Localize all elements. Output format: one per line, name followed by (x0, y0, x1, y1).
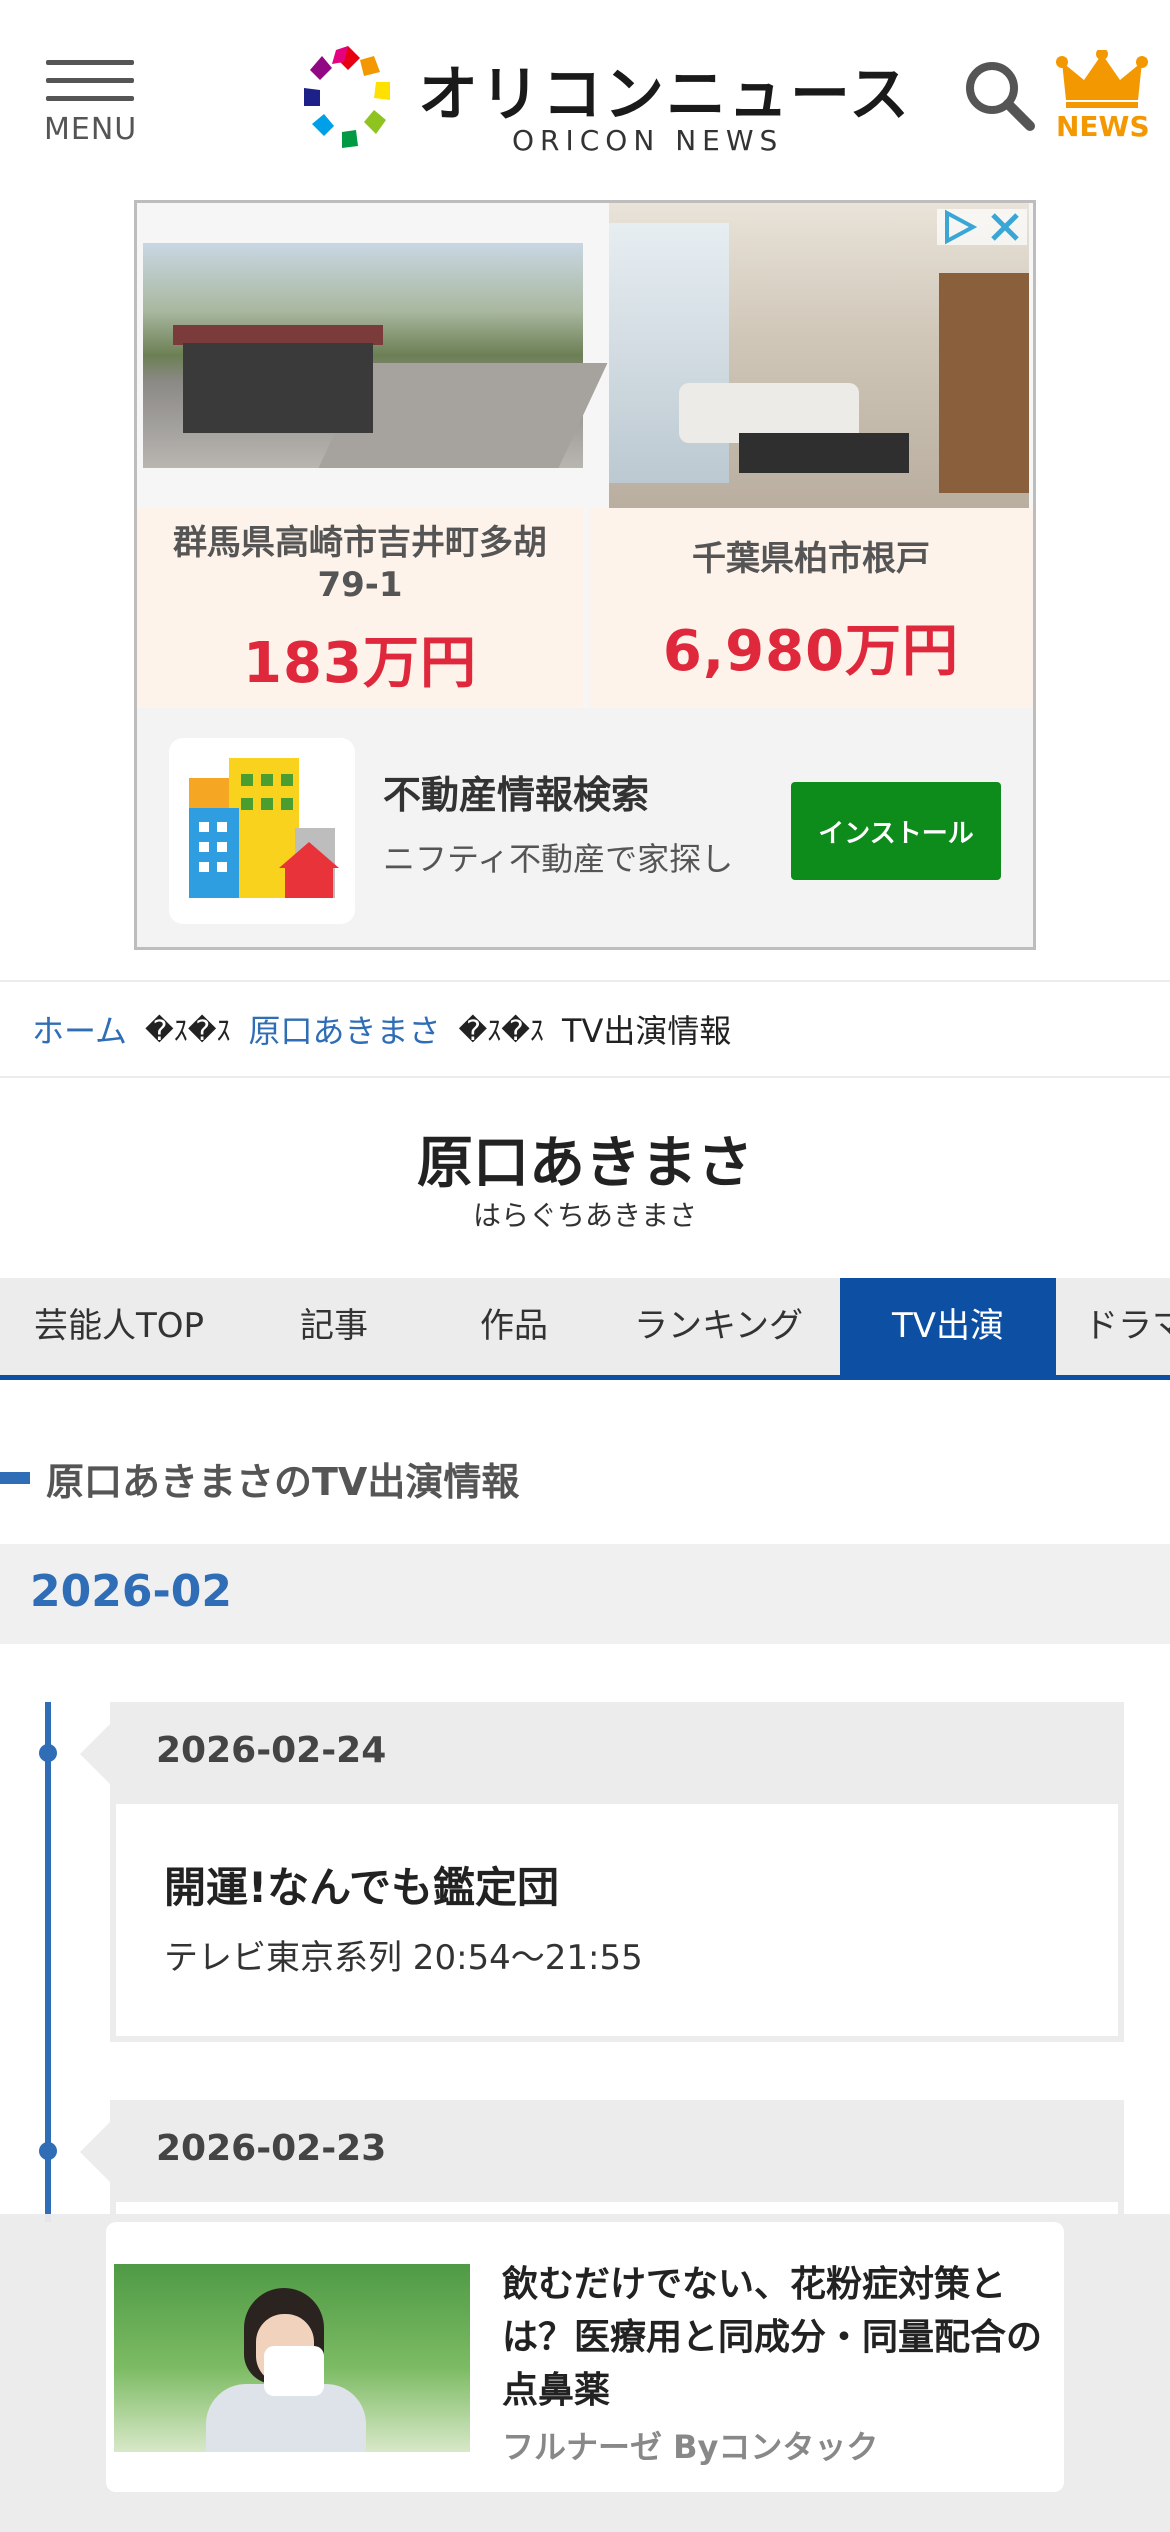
breadcrumb: ホーム �ｽ�ｽ 原口あきまさ �ｽ�ｽ TV出演情報 (0, 980, 1170, 1078)
ad-app-description: ニフティ不動産で家探し (383, 840, 734, 878)
section-heading: 原口あきまさのTV出演情報 (0, 1448, 519, 1508)
ad-address-line: 群馬県高崎市吉井町多胡 (173, 523, 547, 563)
ad-property-card[interactable]: 千葉県柏市根戸 6,980万円 (589, 508, 1033, 708)
buildings-icon (189, 758, 339, 898)
advertisement[interactable]: 群馬県高崎市吉井町多胡 79-1 183万円 千葉県柏市根戸 6,980万円 不… (134, 200, 1036, 950)
breadcrumb-separator: �ｽ�ｽ (458, 1014, 544, 1047)
ad-property-image-2[interactable] (609, 203, 1029, 508)
sticky-bottom-ad: 飲むだけでない、花粉症対策とは？医療用と同成分・同量配合の点鼻薬 フルナーゼ B… (0, 2214, 1170, 2532)
hamburger-icon-bar (46, 96, 134, 101)
image-roof (173, 325, 383, 345)
tab-top[interactable]: 芸能人TOP (34, 1278, 204, 1375)
timeline-dot (39, 2142, 57, 2160)
tab-drama[interactable]: ドラマ (1084, 1278, 1170, 1375)
tv-program-info: テレビ東京系列 20:54～21:55 (164, 1938, 643, 1978)
tab-works[interactable]: 作品 (480, 1278, 548, 1375)
menu-label: MENU (44, 112, 138, 147)
sticky-ad-sponsor: フルナーゼ Byコンタック (502, 2428, 879, 2466)
tv-entry-date-header: 2026-02-23 (80, 2100, 1124, 2202)
sticky-ad-image[interactable] (114, 2264, 470, 2452)
page-subtitle-kana: はらぐちあきまさ (472, 1199, 697, 1232)
menu-button[interactable]: MENU (44, 56, 138, 147)
oricon-logo-icon (304, 46, 390, 148)
news-label: NEWS (1056, 110, 1150, 143)
tab-ranking[interactable]: ランキング (634, 1278, 803, 1375)
image-tissue (264, 2346, 324, 2396)
hamburger-icon (46, 60, 134, 65)
tv-entry-date-header: 2026-02-24 (80, 1702, 1124, 1804)
month-label: 2026-02 (30, 1566, 232, 1617)
ad-property-address: 千葉県柏市根戸 (692, 539, 930, 579)
hamburger-icon-bar (46, 78, 134, 83)
profile-tabs: 芸能人TOP 記事 作品 ランキング TV出演 ドラマ (0, 1278, 1170, 1380)
ad-property-card[interactable]: 群馬県高崎市吉井町多胡 79-1 183万円 (137, 508, 583, 708)
tab-articles[interactable]: 記事 (300, 1278, 368, 1375)
tv-program-title[interactable]: 開運!なんでも鑑定団 (164, 1854, 559, 1915)
ad-address-line: 79-1 (317, 565, 403, 605)
timeline-dot (39, 1744, 57, 1762)
image-window (609, 223, 729, 483)
ad-property-price: 6,980万円 (662, 619, 960, 684)
install-button[interactable]: インストール (791, 782, 1001, 880)
section-heading-text: 原口あきまさのTV出演情報 (46, 1459, 520, 1504)
page-title: 原口あきまさ (417, 1131, 753, 1196)
site-logo[interactable]: オリコンニュース ORICON NEWS (296, 40, 909, 160)
sticky-ad-card[interactable]: 飲むだけでない、花粉症対策とは？医療用と同成分・同量配合の点鼻薬 フルナーゼ B… (106, 2222, 1064, 2492)
logo-text-ja: オリコンニュース (418, 60, 911, 130)
image-cabinet (939, 273, 1029, 493)
search-button[interactable] (962, 58, 1036, 132)
ad-property-price: 183万円 (243, 631, 477, 696)
tv-entry-card[interactable]: 開運!なんでも鑑定団 テレビ東京系列 20:54～21:55 (110, 1804, 1124, 2042)
ad-property-address: 群馬県高崎市吉井町多胡 79-1 (137, 508, 583, 606)
image-shed (183, 343, 373, 433)
ad-app-promo[interactable]: 不動産情報検索 ニフティ不動産で家探し インストール (137, 708, 1033, 947)
tv-entry-date: 2026-02-24 (156, 1730, 387, 1771)
month-header: 2026-02 (0, 1544, 1170, 1644)
sticky-ad-title[interactable]: 飲むだけでない、花粉症対策とは？医療用と同成分・同量配合の点鼻薬 (502, 2258, 1042, 2417)
ad-choices-icon[interactable] (937, 209, 1027, 245)
search-icon (966, 62, 1035, 131)
site-header: MENU オリコンニュース ORICON NEWS NEWS (0, 0, 1170, 196)
logo-text-en: ORICON NEWS (512, 124, 784, 157)
tv-entry-date: 2026-02-23 (156, 2128, 387, 2169)
ad-app-title: 不動産情報検索 (383, 773, 650, 817)
news-ranking-button[interactable]: NEWS (1056, 50, 1150, 146)
breadcrumb-current: TV出演情報 (561, 1012, 732, 1050)
image-table (739, 433, 909, 473)
ad-property-image-1[interactable] (143, 243, 608, 468)
tab-tv-appearances[interactable]: TV出演 (840, 1278, 1056, 1375)
breadcrumb-home-link[interactable]: ホーム (32, 1006, 127, 1052)
heading-marker (0, 1472, 30, 1484)
crown-icon (1056, 50, 1148, 108)
breadcrumb-person-link[interactable]: 原口あきまさ (248, 1006, 440, 1052)
breadcrumb-separator: �ｽ�ｽ (145, 1014, 231, 1047)
app-icon (169, 738, 355, 924)
